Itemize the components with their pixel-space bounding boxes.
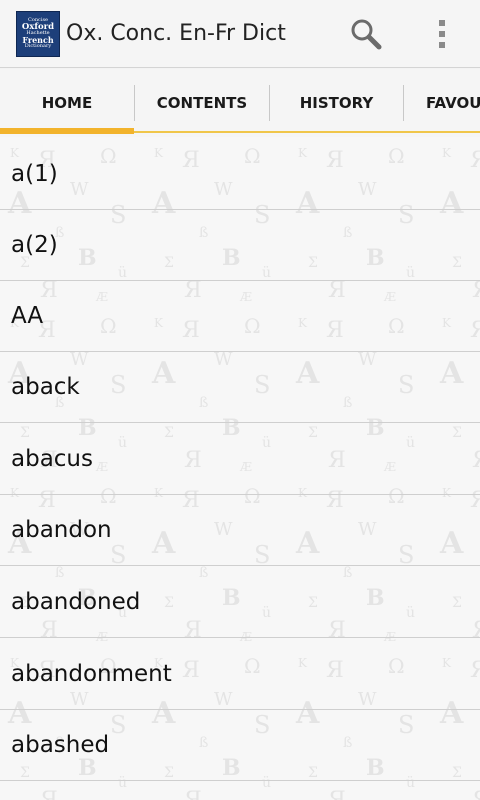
- list-item[interactable]: abacus: [0, 424, 480, 495]
- selected-tab-indicator: [0, 128, 134, 134]
- tab-favourites[interactable]: FAVOURITES: [404, 69, 480, 137]
- tab-contents[interactable]: CONTENTS: [135, 69, 269, 137]
- list-item[interactable]: abashed: [0, 710, 480, 781]
- list-item[interactable]: a(2): [0, 210, 480, 281]
- more-vertical-icon: [439, 20, 445, 48]
- word-list[interactable]: A Я W Ω S ß Σ B ü Я Æ K a(1) a(2) AA aba…: [0, 137, 480, 800]
- list-item[interactable]: AA: [0, 281, 480, 352]
- list-item[interactable]: abandon: [0, 495, 480, 566]
- list-item[interactable]: abandoned: [0, 567, 480, 638]
- tab-history[interactable]: HISTORY: [270, 69, 403, 137]
- overflow-menu-button[interactable]: [420, 12, 464, 56]
- action-bar: Concise Oxford Hachette French Dictionar…: [0, 0, 480, 68]
- app-logo: Concise Oxford Hachette French Dictionar…: [16, 10, 60, 57]
- app-title: Ox. Conc. En-Fr Dict: [66, 21, 286, 46]
- search-icon: [351, 19, 382, 50]
- list-item[interactable]: a(1): [0, 139, 480, 210]
- logo-line-5: Dictionary: [24, 43, 52, 50]
- list-item[interactable]: abandonment: [0, 639, 480, 710]
- search-button[interactable]: [344, 12, 388, 56]
- tab-bar: HOME CONTENTS HISTORY FAVOURITES: [0, 69, 480, 137]
- tab-home[interactable]: HOME: [0, 69, 134, 137]
- list-item[interactable]: aback: [0, 352, 480, 423]
